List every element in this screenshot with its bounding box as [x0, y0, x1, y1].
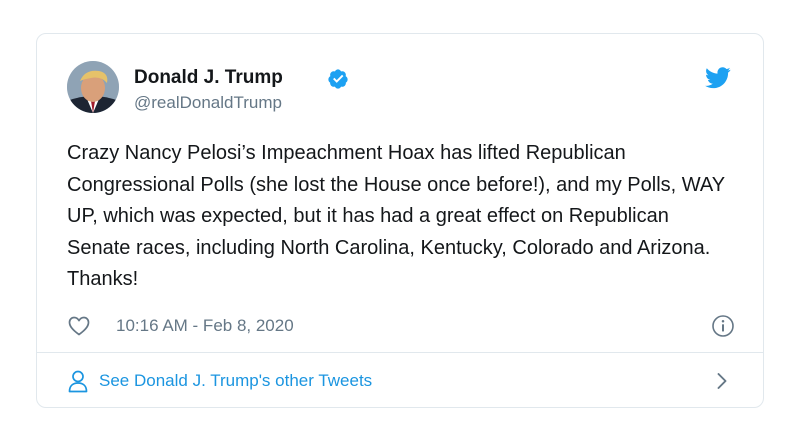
tweet-text: Crazy Nancy Pelosi’s Impeachment Hoax ha… — [67, 142, 725, 290]
verified-badge-icon — [328, 69, 348, 89]
tweet-meta: 10:16 AM - Feb 8, 2020 — [67, 314, 735, 338]
tweet-timestamp[interactable]: 10:16 AM - Feb 8, 2020 — [116, 315, 294, 337]
twitter-bird-icon[interactable] — [705, 67, 731, 89]
chevron-right-icon[interactable] — [715, 370, 729, 392]
person-icon — [68, 370, 88, 393]
author-handle[interactable]: @realDonaldTrump — [134, 93, 282, 113]
author-name[interactable]: Donald J. Trump — [134, 67, 283, 89]
other-tweets-link[interactable]: See Donald J. Trump's other Tweets — [37, 353, 763, 408]
other-tweets-label[interactable]: See Donald J. Trump's other Tweets — [99, 370, 372, 392]
avatar[interactable] — [67, 61, 119, 113]
profile-photo-icon — [67, 61, 119, 113]
info-icon[interactable] — [711, 314, 735, 338]
heart-icon[interactable] — [67, 314, 91, 338]
tweet-card: Donald J. Trump @realDonaldTrump Crazy N… — [36, 33, 764, 408]
